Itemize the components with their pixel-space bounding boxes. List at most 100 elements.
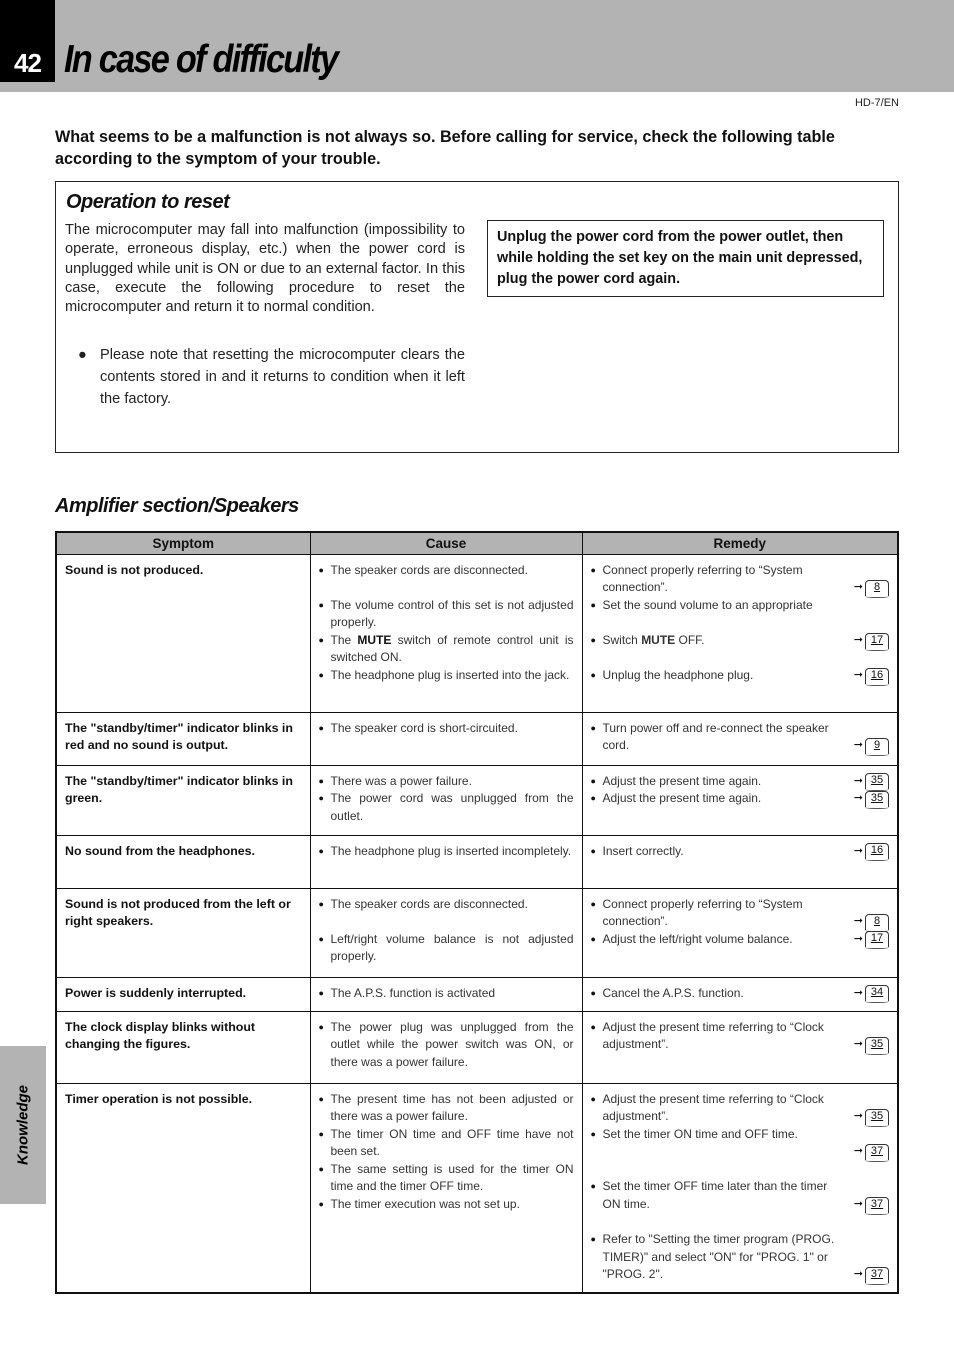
cause-item: The timer execution was not set up. [319, 1196, 574, 1214]
book-page-icon: 8 [865, 579, 889, 598]
arrow-right-icon: ➞ [853, 581, 863, 594]
cause-item: The timer ON time and OFF time have not … [319, 1126, 574, 1161]
reset-note-text: Please note that resetting the microcomp… [100, 347, 465, 407]
table-row: The clock display blinks without changin… [55, 1010, 899, 1084]
arrow-right-icon: ➞ [853, 1268, 863, 1281]
arrow-right-icon: ➞ [853, 669, 863, 682]
cause-cell: There was a power failure.The power cord… [309, 764, 583, 836]
page-reference-link[interactable]: ➞ 17 [853, 931, 889, 950]
cause-item: The same setting is used for the timer O… [319, 1161, 574, 1196]
book-page-icon: 37 [865, 1144, 889, 1163]
page-title: In case of difficulty [64, 38, 339, 81]
remedy-item: Set the timer OFF time later than the ti… [591, 1178, 889, 1215]
reset-title: Operation to reset [66, 191, 230, 213]
symptom-cell: Power is suddenly interrupted. [55, 976, 311, 1012]
remedy-text: Connect properly referring to “System co… [602, 896, 803, 929]
section-title: Amplifier section/Speakers [55, 495, 299, 517]
remedy-text: Connect properly referring to “System co… [602, 562, 803, 595]
cause-item: The volume control of this set is not ad… [319, 597, 574, 632]
page-reference-link[interactable]: ➞ 16 [853, 843, 889, 862]
remedy-item: Unplug the headphone plug. ➞16 [591, 667, 889, 686]
remedy-text: Insert correctly. [602, 843, 684, 858]
remedy-item: Connect properly referring to “System co… [591, 562, 889, 598]
arrow-right-icon: ➞ [853, 774, 863, 787]
cause-item: The speaker cords are disconnected. [319, 562, 574, 580]
remedy-text: Adjust the present time again. [602, 773, 762, 788]
page-reference-link[interactable]: ➞ 37 [853, 1143, 889, 1163]
cause-item: There was a power failure. [319, 773, 574, 791]
bullet-icon: ● [78, 347, 87, 363]
arrow-right-icon: ➞ [853, 1145, 863, 1158]
table-row: No sound from the headphones. The headpho… [55, 834, 899, 889]
book-page-icon: 17 [865, 632, 889, 651]
page-number: 42 [14, 48, 42, 78]
table-row: Sound is not produced from the left or r… [55, 887, 899, 978]
reset-body: The microcomputer may fall into malfunct… [65, 222, 465, 316]
page-reference-link[interactable]: ➞ 9 [853, 737, 889, 756]
symptom-cell: The "standby/timer" indicator blinks in … [55, 764, 311, 836]
page-reference-link[interactable]: ➞ 8 [854, 913, 889, 932]
page-reference-link[interactable]: ➞ 34 [853, 985, 889, 1004]
page-reference-link[interactable]: ➞ 35 [853, 790, 889, 809]
page-reference-link[interactable]: ➞ 35 [853, 773, 889, 792]
symptom-cell: Sound is not produced. [55, 553, 311, 713]
reset-instruction-box: Unplug the power cord from the power out… [487, 220, 884, 297]
arrow-right-icon: ➞ [853, 986, 863, 999]
book-page-icon: 34 [865, 985, 889, 1004]
book-page-icon: 35 [865, 773, 889, 792]
cause-item: The headphone plug is inserted into the … [319, 667, 574, 685]
remedy-item: Switch MUTE OFF. ➞17 [591, 632, 889, 651]
symptom-cell: Timer operation is not possible. [55, 1082, 311, 1294]
arrow-right-icon: ➞ [853, 1198, 863, 1211]
page-reference-link[interactable]: ➞ 8 [853, 579, 889, 598]
cause-cell: The speaker cord is short-circuited. [309, 711, 583, 766]
remedy-cell: Connect properly referring to “System co… [581, 887, 899, 978]
arrow-right-icon: ➞ [853, 792, 863, 805]
cause-cell: The headphone plug is inserted incomplet… [309, 834, 583, 889]
remedy-item: Adjust the present time referring to “Cl… [591, 1019, 889, 1055]
troubleshooting-table: Symptom Cause Remedy Sound is not produc… [55, 531, 899, 1295]
arrow-right-icon: ➞ [853, 844, 863, 857]
page-reference-link[interactable]: ➞ 37 [853, 1266, 889, 1286]
remedy-text: Adjust the present time again. [602, 791, 762, 806]
book-page-icon: 35 [865, 1036, 889, 1055]
page-reference-link[interactable]: ➞ 35 [854, 1108, 889, 1127]
arrow-right-icon: ➞ [853, 739, 863, 752]
remedy-text: Cancel the A.P.S. function. [602, 985, 744, 1000]
side-tab-label: Knowledge [14, 1084, 32, 1166]
remedy-text: Switch MUTE OFF. [602, 632, 705, 647]
remedy-text: Adjust the left/right volume balance. [602, 931, 793, 946]
book-page-icon: 37 [865, 1196, 889, 1215]
symptom-cell: No sound from the headphones. [55, 834, 311, 889]
arrow-right-icon: ➞ [853, 1038, 863, 1051]
remedy-text: Adjust the present time referring to “Cl… [602, 1019, 824, 1052]
book-page-icon: 35 [865, 1108, 889, 1127]
page-number-box: 42 [0, 0, 55, 82]
reset-note: ● Please note that resetting the microco… [65, 344, 465, 410]
remedy-item: Insert correctly. ➞16 [591, 843, 889, 862]
book-page-icon: 9 [865, 737, 889, 756]
page-reference-link[interactable]: ➞ 35 [853, 1036, 889, 1055]
book-page-icon: 35 [865, 790, 889, 809]
book-page-icon: 8 [865, 913, 889, 932]
cause-cell: The A.P.S. function is activated [309, 976, 583, 1012]
cause-item: Left/right volume balance is not adjuste… [319, 931, 574, 966]
remedy-item: Connect properly referring to “System co… [591, 896, 889, 932]
page-reference-link[interactable]: ➞ 16 [853, 667, 889, 686]
arrow-right-icon: ➞ [853, 932, 863, 945]
header-symptom: Symptom [55, 531, 311, 555]
cause-item: The present time has not been adjusted o… [319, 1091, 574, 1126]
remedy-cell: Connect properly referring to “System co… [581, 553, 899, 713]
remedy-cell: Insert correctly. ➞16 [581, 834, 899, 889]
page-reference-link[interactable]: ➞ 17 [854, 632, 889, 651]
cause-cell: The present time has not been adjusted o… [309, 1082, 583, 1294]
cause-item: The speaker cords are disconnected. [319, 896, 574, 914]
cause-item: The MUTE switch of remote control unit i… [319, 632, 574, 667]
symptom-cell: The "standby/timer" indicator blinks in … [55, 711, 311, 766]
remedy-cell: Adjust the present time referring to “Cl… [581, 1010, 899, 1084]
cause-item: The power plug was unplugged from the ou… [319, 1019, 574, 1072]
book-page-icon: 16 [865, 843, 889, 862]
book-page-icon: 16 [865, 667, 889, 686]
cause-cell: The power plug was unplugged from the ou… [309, 1010, 583, 1084]
page-reference-link[interactable]: ➞ 37 [853, 1196, 889, 1215]
